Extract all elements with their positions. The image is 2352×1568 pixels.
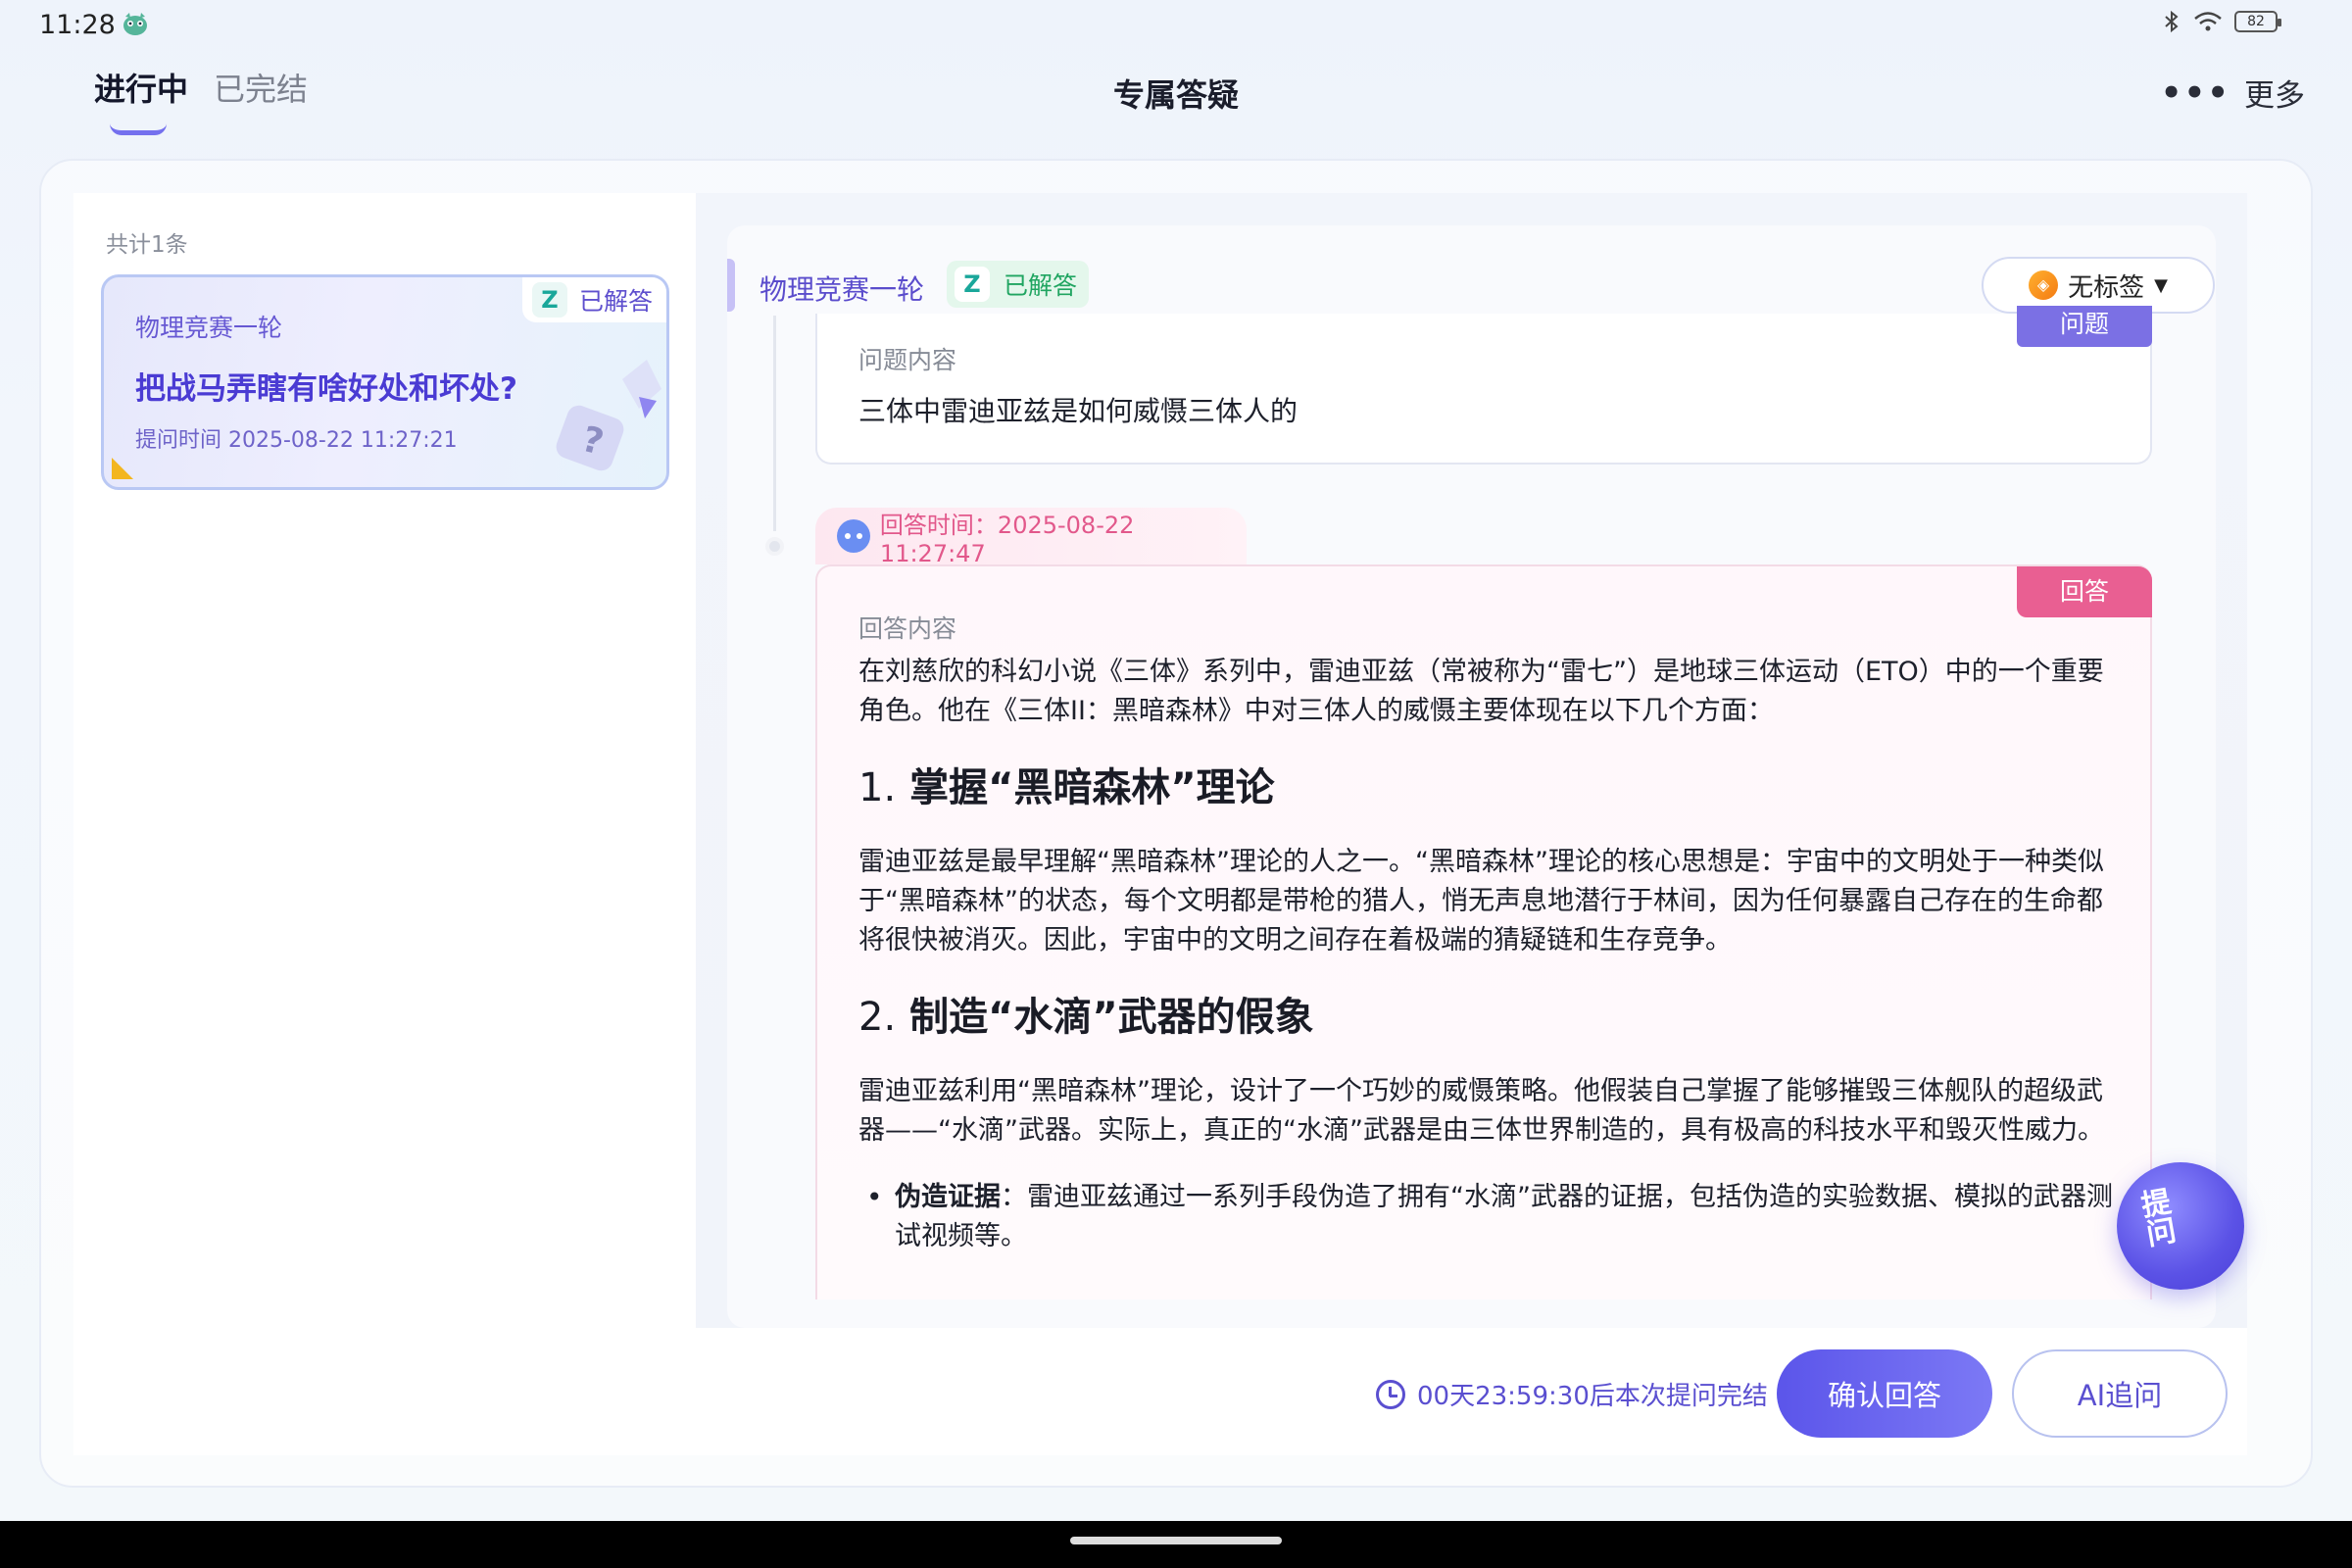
countdown: 00天23:59:30后本次提问完结 — [1376, 1376, 1768, 1412]
question-label: 问题内容 — [858, 346, 957, 374]
status-icons: 82 — [2162, 10, 2281, 33]
caret-down-icon: ▼ — [2154, 274, 2168, 296]
status-badge-label: 已解答 — [578, 287, 653, 316]
timeline-line — [773, 316, 776, 531]
heading-1-number: 1. — [858, 765, 897, 810]
timeline-dot — [765, 537, 784, 556]
answerer-avatar-icon — [837, 519, 870, 553]
answer-label: 回答内容 — [858, 614, 957, 643]
tag-dropdown-label: 无标签 — [2068, 272, 2145, 303]
more-button[interactable]: ••• 更多 — [2161, 71, 2305, 115]
detail-status-label: 已解答 — [1004, 271, 1078, 300]
page-title: 专属答疑 — [1112, 76, 1239, 114]
confirm-answer-button[interactable]: 确认回答 — [1777, 1349, 1992, 1438]
question-item-subject: 物理竞赛一轮 — [135, 314, 283, 342]
question-list-item[interactable]: 物理竞赛一轮 Z 已解答 把战马弄瞎有啥好处和坏处? 提问时间 2025-08-… — [101, 274, 669, 490]
answer-tag: 回答 — [2017, 566, 2152, 617]
ask-question-label: 提问 — [2138, 1184, 2180, 1253]
answer-heading-1: 1. 掌握“黑暗森林”理论 — [858, 759, 2113, 817]
tag-icon: ◈ — [2029, 270, 2059, 300]
heading-2-number: 2. — [858, 995, 897, 1040]
status-time: 11:28 — [39, 10, 116, 40]
countdown-text: 00天23:59:30后本次提问完结 — [1417, 1382, 1768, 1411]
subject-accent-bar — [727, 259, 735, 312]
question-box — [815, 314, 2152, 465]
answer-heading-2: 2. 制造“水滴”武器的假象 — [858, 988, 2113, 1047]
tab-active-indicator — [110, 123, 167, 135]
home-indicator[interactable] — [1070, 1537, 1282, 1544]
question-text: 三体中雷迪亚兹是如何威慑三体人的 — [858, 395, 1298, 427]
ellipsis-icon: ••• — [2160, 73, 2230, 113]
z-logo-icon: Z — [955, 267, 990, 302]
bullet-text: ：雷迪亚兹通过一系列手段伪造了拥有“水滴”武器的证据，包括伪造的实验数据、模拟的… — [895, 1182, 2113, 1251]
answer-time-pill: 回答时间：2025-08-22 11:27:47 — [815, 508, 1247, 567]
list-count: 共计1条 — [106, 232, 188, 258]
question-item-title: 把战马弄瞎有啥好处和坏处? — [135, 371, 517, 407]
battery-icon: 82 — [2234, 11, 2281, 32]
z-logo-icon: Z — [531, 282, 567, 318]
corner-mark-icon — [112, 458, 133, 479]
answer-time: 回答时间：2025-08-22 11:27:47 — [879, 511, 1135, 567]
bullet-bold: 伪造证据 — [895, 1182, 1001, 1212]
answer-bullet-item: 伪造证据：雷迪亚兹通过一系列手段伪造了拥有“水滴”武器的证据，包括伪造的实验数据… — [858, 1178, 2113, 1256]
ask-question-float-button[interactable]: 提问 — [2117, 1162, 2244, 1290]
answer-paragraph-1: 雷迪亚兹是最早理解“黑暗森林”理论的人之一。“黑暗森林”理论的核心思想是：宇宙中… — [858, 847, 2104, 956]
answer-paragraph-2: 雷迪亚兹利用“黑暗森林”理论，设计了一个巧妙的威慑策略。他假装自己掌握了能够摧毁… — [858, 1076, 2104, 1146]
heading-1-text: 掌握“黑暗森林”理论 — [909, 765, 1275, 810]
question-item-time: 提问时间 2025-08-22 11:27:21 — [135, 428, 458, 453]
header: 进行中 已完结 专属答疑 ••• 更多 — [0, 51, 2352, 159]
ai-follow-up-button[interactable]: AI追问 — [2012, 1349, 2228, 1438]
status-bar: 11:28 82 — [0, 0, 2352, 51]
question-mark-illustration-icon: ? — [556, 360, 662, 471]
answer-bullet-list: 伪造证据：雷迪亚兹通过一系列手段伪造了拥有“水滴”武器的证据，包括伪造的实验数据… — [858, 1178, 2113, 1256]
system-nav-bar — [0, 1521, 2352, 1568]
question-tag: 问题 — [2017, 306, 2152, 347]
app-notification-icon — [123, 13, 147, 35]
clock-icon — [1376, 1379, 1405, 1409]
heading-2-text: 制造“水滴”武器的假象 — [909, 995, 1314, 1040]
bluetooth-icon — [2165, 10, 2179, 33]
answer-intro: 在刘慈欣的科幻小说《三体》系列中，雷迪亚兹（常被称为“雷七”）是地球三体运动（E… — [858, 657, 2104, 726]
status-badge: Z 已解答 — [521, 277, 666, 322]
detail-subject: 物理竞赛一轮 — [760, 273, 925, 306]
wifi-icon — [2194, 12, 2222, 31]
answer-content[interactable]: 在刘慈欣的科幻小说《三体》系列中，雷迪亚兹（常被称为“雷七”）是地球三体运动（E… — [858, 653, 2113, 1299]
detail-status-badge: Z 已解答 — [947, 261, 1090, 308]
more-label: 更多 — [2244, 78, 2305, 114]
